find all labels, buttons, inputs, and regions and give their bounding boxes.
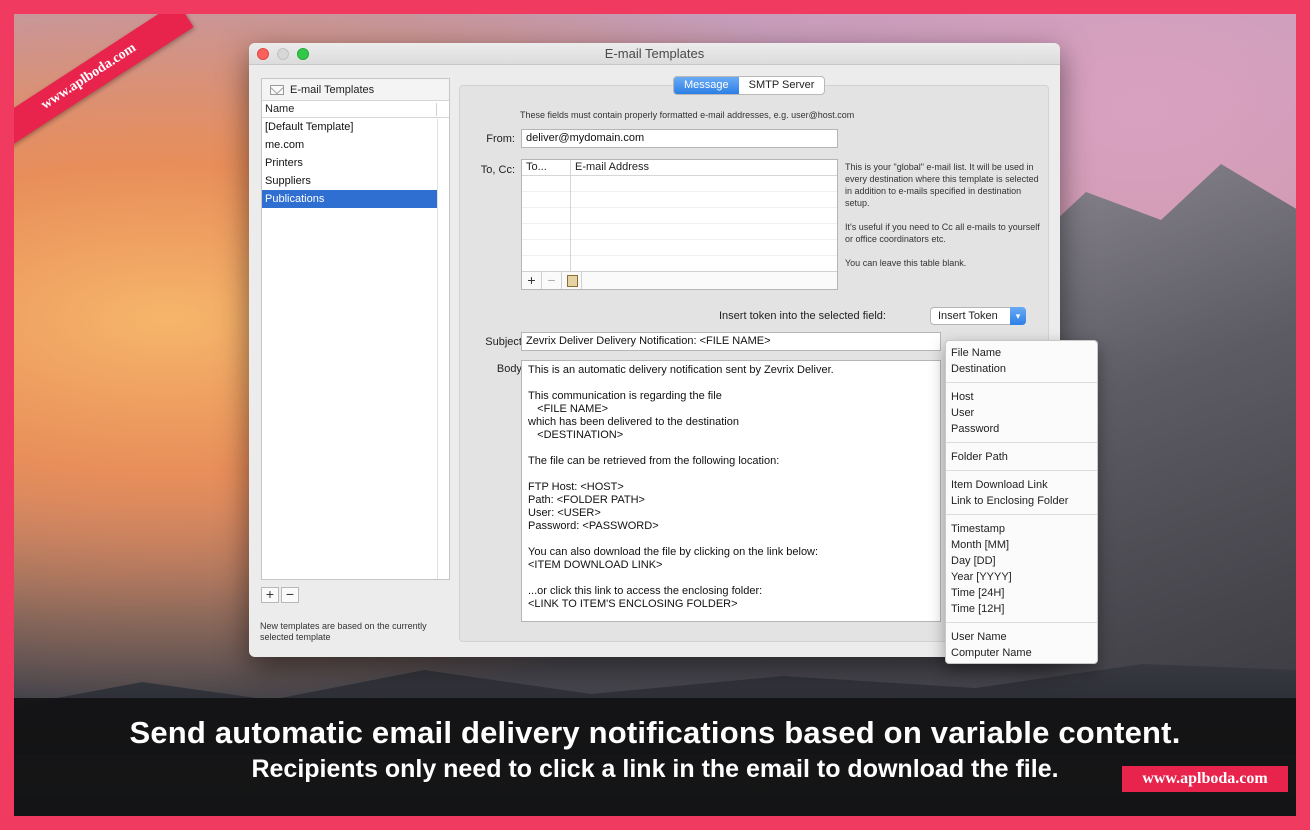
address-format-hint: These fields must contain properly forma… <box>520 110 855 120</box>
column-divider <box>570 160 571 271</box>
subject-label: Subject: <box>485 336 525 348</box>
insert-token-menu: File Name Destination Host User Password… <box>945 340 1098 664</box>
remove-template-button[interactable]: − <box>281 587 299 603</box>
tab-message[interactable]: Message <box>674 77 739 94</box>
email-templates-window: E-mail Templates E-mail Templates Name [… <box>249 43 1060 657</box>
add-template-button[interactable]: + <box>261 587 279 603</box>
menu-item-time-12h[interactable]: Time [12H] <box>946 601 1097 617</box>
template-item[interactable]: [Default Template] <box>262 118 438 136</box>
from-field[interactable]: deliver@mydomain.com <box>521 129 838 148</box>
menu-item-link-to-enclosing-folder[interactable]: Link to Enclosing Folder <box>946 493 1097 509</box>
menu-item-day[interactable]: Day [DD] <box>946 553 1097 569</box>
recipients-table-toolbar: + − <box>522 271 837 289</box>
watermark-ribbon: www.aplboda.com <box>14 14 194 153</box>
template-item-selected[interactable]: Publications <box>262 190 438 208</box>
caption-line-2: Recipients only need to click a link in … <box>251 755 1059 783</box>
menu-separator <box>946 437 1097 449</box>
address-book-icon[interactable] <box>562 272 582 289</box>
from-label: From: <box>486 133 515 145</box>
name-column-header[interactable]: Name <box>262 101 449 118</box>
to-cc-label: To, Cc: <box>480 164 515 176</box>
menu-item-month[interactable]: Month [MM] <box>946 537 1097 553</box>
menu-item-time-24h[interactable]: Time [24H] <box>946 585 1097 601</box>
zoom-window-button[interactable] <box>297 48 309 60</box>
promo-caption: Send automatic email delivery notificati… <box>14 698 1296 816</box>
menu-item-destination[interactable]: Destination <box>946 361 1097 377</box>
menu-item-file-name[interactable]: File Name <box>946 345 1097 361</box>
window-title: E-mail Templates <box>604 46 705 61</box>
body-label: Body: <box>496 363 525 375</box>
envelope-icon <box>270 85 284 95</box>
menu-item-year[interactable]: Year [YYYY] <box>946 569 1097 585</box>
email-column-header[interactable]: E-mail Address <box>575 160 649 175</box>
info-paragraph: It's useful if you need to Cc all e-mail… <box>845 222 1040 244</box>
menu-separator <box>946 377 1097 389</box>
insert-token-value: Insert Token <box>938 310 998 322</box>
desktop-background: E-mail Templates E-mail Templates Name [… <box>14 14 1296 816</box>
info-paragraph: You can leave this table blank. <box>845 258 967 268</box>
close-window-button[interactable] <box>257 48 269 60</box>
to-column-header[interactable]: To... <box>526 160 547 175</box>
menu-separator <box>946 509 1097 521</box>
menu-item-host[interactable]: Host <box>946 389 1097 405</box>
menu-separator <box>946 465 1097 477</box>
template-item[interactable]: Suppliers <box>262 172 438 190</box>
insert-token-popup[interactable]: Insert Token ▾ <box>930 307 1026 325</box>
remove-recipient-button[interactable]: − <box>542 272 562 289</box>
chevron-down-icon: ▾ <box>1010 307 1026 325</box>
add-recipient-button[interactable]: + <box>522 272 542 289</box>
template-item[interactable]: me.com <box>262 136 438 154</box>
template-item[interactable]: Printers <box>262 154 438 172</box>
watermark-corner: www.aplboda.com <box>1122 766 1288 792</box>
menu-separator <box>946 617 1097 629</box>
menu-item-password[interactable]: Password <box>946 421 1097 437</box>
menu-item-user-name[interactable]: User Name <box>946 629 1097 645</box>
subject-field[interactable]: Zevrix Deliver Delivery Notification: <F… <box>521 332 941 351</box>
recipients-table[interactable]: To... E-mail Address + − <box>521 159 838 290</box>
titlebar: E-mail Templates <box>249 43 1060 65</box>
menu-item-computer-name[interactable]: Computer Name <box>946 645 1097 661</box>
menu-item-user[interactable]: User <box>946 405 1097 421</box>
template-list: E-mail Templates Name [Default Template]… <box>261 78 450 580</box>
info-paragraph: This is your "global" e-mail list. It wi… <box>845 162 1039 208</box>
minimize-window-button[interactable] <box>277 48 289 60</box>
tab-smtp-server[interactable]: SMTP Server <box>739 77 825 94</box>
template-list-title: E-mail Templates <box>290 84 375 96</box>
recipients-info: This is your "global" e-mail list. It wi… <box>845 161 1045 281</box>
body-textarea[interactable]: This is an automatic delivery notificati… <box>521 360 941 622</box>
insert-token-label: Insert token into the selected field: <box>719 310 886 322</box>
template-list-scrollbar[interactable] <box>437 119 449 579</box>
template-list-header: E-mail Templates <box>262 79 449 101</box>
menu-item-folder-path[interactable]: Folder Path <box>946 449 1097 465</box>
caption-line-1: Send automatic email delivery notificati… <box>129 715 1181 750</box>
tab-bar: Message SMTP Server <box>673 76 826 95</box>
template-note: New templates are based on the currently… <box>260 621 427 642</box>
menu-item-timestamp[interactable]: Timestamp <box>946 521 1097 537</box>
menu-item-item-download-link[interactable]: Item Download Link <box>946 477 1097 493</box>
